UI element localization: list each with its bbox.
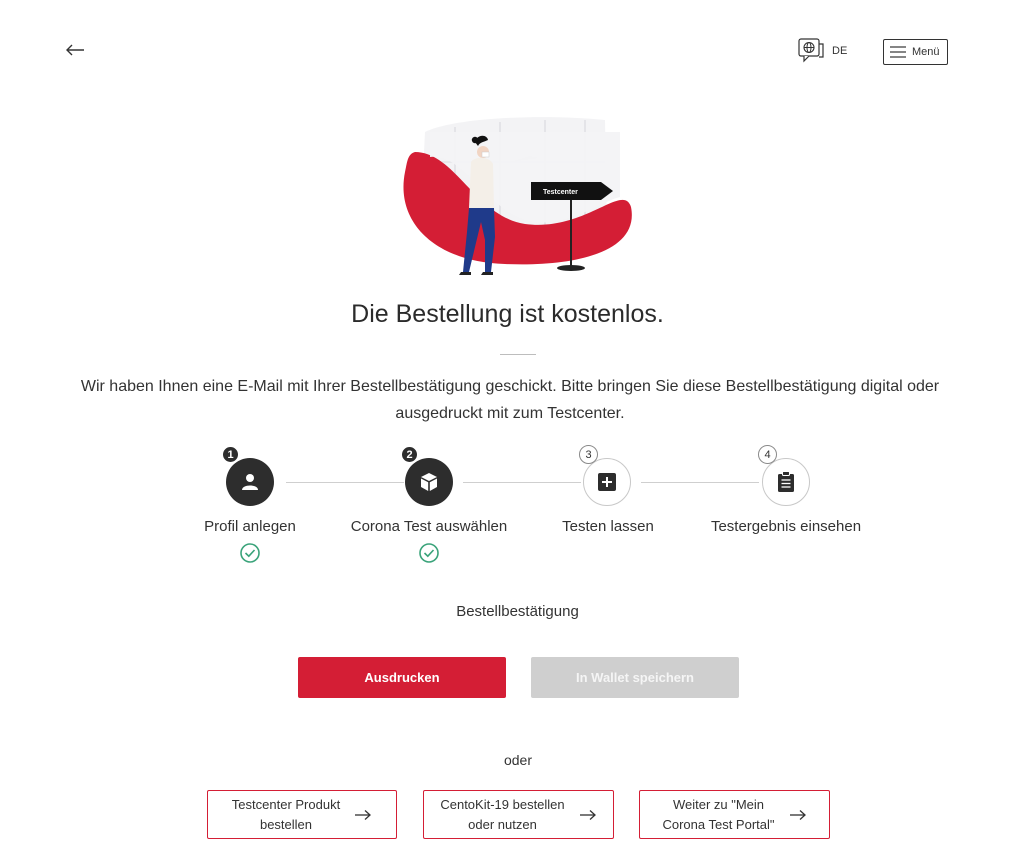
step-4-number: 4	[758, 445, 777, 464]
step-4-circle	[762, 458, 810, 506]
step-connector	[463, 482, 581, 483]
step-connector	[286, 482, 404, 483]
confirmation-description: Wir haben Ihnen eine E-Mail mit Ihrer Be…	[80, 378, 940, 422]
step-2-number: 2	[400, 445, 419, 464]
check-circle-icon	[240, 543, 260, 563]
testcenter-illustration: Testcenter	[395, 112, 640, 282]
order-centokit-button[interactable]: CentoKit-19 bestellen oder nutzen	[423, 790, 614, 839]
arrow-right-icon	[579, 809, 596, 820]
step-3-number: 3	[579, 445, 598, 464]
step-1-circle	[226, 458, 274, 506]
language-switcher[interactable]: DE	[798, 38, 848, 63]
back-button[interactable]	[62, 36, 90, 64]
confirmation-heading: Bestellbestätigung	[456, 603, 579, 620]
title-divider	[500, 354, 536, 355]
arrow-left-icon	[66, 44, 84, 56]
step-3-circle	[583, 458, 631, 506]
person-icon	[242, 474, 258, 490]
arrow-right-icon	[355, 809, 372, 820]
arrow-right-icon	[789, 809, 806, 820]
wallet-button: In Wallet speichern	[531, 657, 739, 698]
menu-button[interactable]: Menü	[883, 39, 948, 65]
sign-text: Testcenter	[543, 189, 578, 196]
step-1-label: Profil anlegen	[204, 518, 296, 535]
globe-chat-icon	[798, 38, 824, 63]
step-connector	[641, 482, 759, 483]
or-separator: oder	[503, 752, 533, 768]
hamburger-icon	[890, 46, 906, 58]
print-button[interactable]: Ausdrucken	[298, 657, 506, 698]
link-label: CentoKit-19 bestellen oder nutzen	[440, 796, 565, 832]
order-testcenter-product-button[interactable]: Testcenter Produkt bestellen	[207, 790, 397, 839]
link-label: Weiter zu "Mein Corona Test Portal"	[662, 796, 775, 832]
clipboard-icon	[778, 471, 794, 492]
step-4-label: Testergebnis einsehen	[710, 518, 862, 535]
language-label: DE	[832, 45, 848, 57]
menu-label: Menü	[912, 46, 940, 58]
check-circle-icon	[419, 543, 439, 563]
page-title: Die Bestellung ist kostenlos.	[351, 300, 664, 328]
step-1-number: 1	[221, 445, 240, 464]
link-label: Testcenter Produkt bestellen	[231, 796, 341, 832]
step-2-circle	[405, 458, 453, 506]
corona-test-portal-button[interactable]: Weiter zu "Mein Corona Test Portal"	[639, 790, 830, 839]
plus-square-icon	[598, 473, 616, 491]
step-3-label: Testen lassen	[562, 518, 654, 535]
box-icon	[421, 473, 437, 491]
step-2-label: Corona Test auswählen	[350, 518, 508, 535]
